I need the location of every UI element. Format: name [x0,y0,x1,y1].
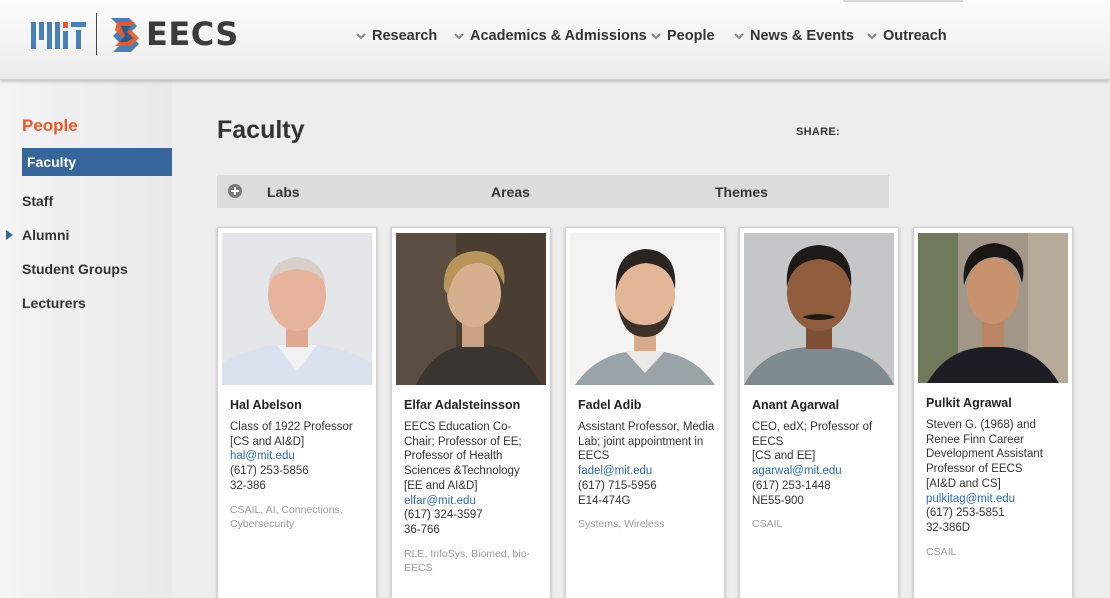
chevron-down-icon [867,33,877,40]
faculty-name[interactable]: Pulkit Agrawal [926,395,1063,411]
sidebar-heading[interactable]: People [22,116,78,136]
person-photo-icon [396,233,546,385]
faculty-email-link[interactable]: fadel@mit.edu [578,464,715,479]
nav-item-news-events[interactable]: News & Events [733,28,854,44]
faculty-title: Steven G. (1968) and Renee Finn Career D… [926,419,1043,476]
faculty-photo[interactable] [570,233,720,385]
nav-label: Research [372,28,438,44]
faculty-tags: RLE, InfoSys, Biomed, bio-EECS [404,547,531,574]
faculty-phone: (617) 715-5956 [578,479,657,492]
faculty-office: NE55-900 [752,494,804,507]
share-label: SHARE: [796,126,840,138]
site-header: EECS Research Academics & Admissions Peo… [0,0,1110,80]
nav-item-academics[interactable]: Academics & Admissions [453,28,647,44]
faculty-photo[interactable] [918,233,1068,383]
faculty-name[interactable]: Elfar Adalsteinsson [404,397,541,413]
nav-label: News & Events [750,28,854,44]
faculty-phone: (617) 253-5856 [230,465,309,478]
faculty-tags: CSAIL [926,545,957,558]
nav-item-research[interactable]: Research [355,28,437,44]
faculty-tags: CSAIL [752,518,783,531]
nav-label: Academics & Admissions [470,28,647,44]
faculty-name[interactable]: Anant Agarwal [752,397,889,413]
nav-item-people[interactable]: People [650,28,715,44]
person-photo-icon [570,233,720,385]
main-nav: Research Academics & Admissions People N… [0,28,1110,50]
faculty-email-link[interactable]: pulkitag@mit.edu [926,492,1063,507]
person-photo-icon [918,233,1068,383]
page-title: Faculty [217,116,305,144]
chevron-down-icon [734,33,744,40]
filter-bar: Labs Areas Themes [217,175,889,208]
chevron-down-icon [454,33,464,40]
faculty-office: 32-386 [230,479,266,492]
chevron-down-icon [356,33,366,40]
faculty-office: 36-766 [404,523,440,536]
faculty-card[interactable]: Pulkit Agrawal Steven G. (1968) and Rene… [913,227,1073,598]
faculty-photo[interactable] [744,233,894,385]
faculty-card[interactable]: Hal Abelson Class of 1922 Professor [CS … [217,227,377,598]
sidebar: People Faculty Staff Alumni Student Grou… [0,80,172,598]
faculty-email-link[interactable]: agarwal@mit.edu [752,464,889,479]
sidebar-item-alumni[interactable]: Alumni [22,227,69,243]
faculty-group: [AI&D and CS] [926,477,1001,490]
faculty-title: EECS Education Co-Chair; Professor of EE… [404,421,522,478]
person-photo-icon [744,233,894,385]
faculty-phone: (617) 324-3597 [404,509,483,522]
nav-label: Outreach [883,28,947,44]
faculty-office: 32-386D [926,521,971,534]
faculty-phone: (617) 253-5851 [926,507,1005,520]
faculty-office: E14-474G [578,494,631,507]
faculty-card[interactable]: Fadel Adib Assistant Professor, Media La… [565,227,725,598]
faculty-name[interactable]: Fadel Adib [578,397,715,413]
faculty-email-link[interactable]: hal@mit.edu [230,449,367,464]
faculty-title: CEO, edX; Professor of EECS [752,421,873,448]
filter-labs[interactable]: Labs [267,184,300,200]
filter-areas[interactable]: Areas [491,184,530,200]
sidebar-item-lecturers[interactable]: Lecturers [22,295,86,311]
chevron-down-icon [651,33,661,40]
faculty-name[interactable]: Hal Abelson [230,397,367,413]
faculty-title: Assistant Professor, Media Lab; joint ap… [578,421,715,463]
filter-themes[interactable]: Themes [715,184,768,200]
faculty-photo[interactable] [396,233,546,385]
faculty-phone: (617) 253-1448 [752,479,831,492]
sidebar-item-faculty[interactable]: Faculty [22,148,172,176]
nav-label: People [667,28,715,44]
faculty-group: [CS and AI&D] [230,435,305,448]
nav-item-outreach[interactable]: Outreach [866,28,947,44]
faculty-title: Class of 1922 Professor [230,421,353,433]
faculty-tags: Systems, Wireless [578,518,665,531]
faculty-group: [EE and AI&D] [404,479,478,492]
sidebar-item-student-groups[interactable]: Student Groups [22,261,128,277]
header-top-line [843,0,963,2]
faculty-photo[interactable] [222,233,372,385]
faculty-email-link[interactable]: elfar@mit.edu [404,494,541,509]
expand-arrow-icon[interactable] [6,230,13,240]
faculty-card[interactable]: Anant Agarwal CEO, edX; Professor of EEC… [739,227,899,598]
person-photo-icon [222,233,372,385]
expand-plus-icon[interactable] [228,184,242,198]
sidebar-item-staff[interactable]: Staff [22,193,53,209]
faculty-group: [CS and EE] [752,450,816,463]
faculty-card[interactable]: Elfar Adalsteinsson EECS Education Co-Ch… [391,227,551,598]
faculty-tags: CSAIL, AI, Connections, Cybersecurity [230,503,343,530]
